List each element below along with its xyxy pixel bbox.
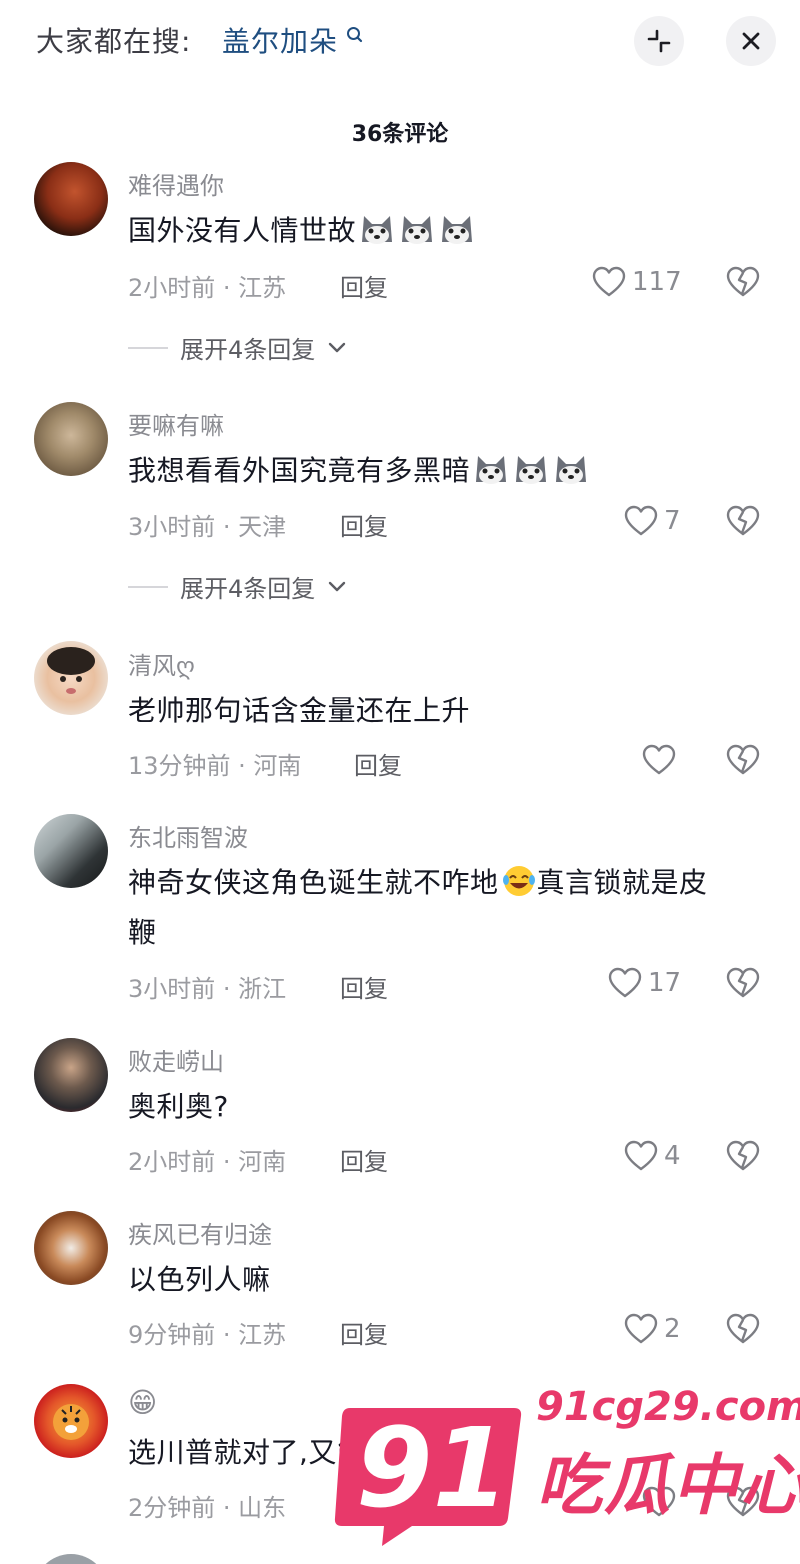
divider [128,585,168,588]
comment-username[interactable]: 败走崂山 [128,1042,224,1077]
reply-button[interactable]: 回复 [340,268,388,303]
close-icon [742,32,760,50]
comment-username[interactable]: 😁 [128,1386,157,1419]
husky-emoji-icon [442,216,473,244]
collapse-button[interactable] [634,16,684,66]
husky-emoji-icon [516,456,547,484]
chevron-down-icon [329,581,346,591]
comment-text: 奥利奥? [128,1090,229,1123]
heart-icon [624,505,658,536]
like-count: 7 [664,506,681,536]
heart-icon [608,967,642,998]
search-suggestion-bar: 大家都在搜: 盖尔加朵 [0,0,800,84]
close-button[interactable] [726,16,776,66]
like-button[interactable]: 117 [592,265,682,299]
husky-emoji-icon [362,216,393,244]
avatar[interactable] [34,1211,108,1285]
comment-username[interactable]: 要嘛有嘛 [128,406,224,441]
husky-emoji-icon [476,456,507,484]
heart-icon [642,744,676,775]
comment-text-content: 真言锁就是皮 [536,866,708,899]
heart-icon [624,1313,658,1344]
comment-text-line: 神奇女侠这角色诞生就不咋地 真言锁就是皮 [128,858,768,908]
avatar[interactable] [34,1384,108,1458]
watermark-title: 吃瓜中心 [536,1447,800,1524]
chevron-down-icon [329,342,346,352]
watermark-domain: 91cg29.com [536,1384,800,1430]
like-button[interactable]: 4 [624,1139,681,1173]
avatar[interactable] [34,641,108,715]
reply-button[interactable]: 回复 [340,507,388,542]
like-count: 117 [632,267,682,297]
reply-button[interactable]: 回复 [340,1315,388,1350]
collapse-icon [647,29,671,53]
like-button[interactable]: 17 [608,966,681,1000]
child-face-icon [47,647,95,694]
avatar[interactable] [34,1554,108,1564]
broken-heart-icon[interactable] [726,1312,760,1346]
heart-icon [592,266,626,297]
expand-replies-button[interactable]: 展开4条回复 [128,330,347,365]
like-count: 17 [648,968,682,998]
expand-replies-button[interactable]: 展开4条回复 [128,569,347,604]
reply-button[interactable]: 回复 [340,1142,388,1177]
comment-text: 国外没有人情世故 [128,206,768,256]
watermark-number: 91 [356,1404,510,1532]
comment-text-line: 鞭 [128,916,157,949]
broken-heart-icon[interactable] [726,265,760,299]
divider [128,346,168,349]
comment-text-content: 我想看看外国究竟有多黑暗 [128,454,471,487]
comment-meta: 9分钟前 · 江苏 [128,1321,287,1349]
avatar[interactable] [34,402,108,476]
comment-meta: 2小时前 · 河南 [128,1148,287,1176]
comment-username[interactable]: 清风ღ [128,646,195,681]
search-icon[interactable] [346,26,364,48]
broken-heart-icon[interactable] [726,504,760,538]
comment-meta: 3小时前 · 浙江 [128,975,287,1003]
broken-heart-icon[interactable] [726,743,760,777]
like-button[interactable]: 7 [624,504,681,538]
comment-username[interactable]: 东北雨智波 [128,818,248,853]
comment-meta: 2小时前 · 江苏 [128,274,287,302]
broken-heart-icon[interactable] [726,966,760,1000]
comment-text: 神奇女侠这角色诞生就不咋地 真言锁就是皮 鞭 [128,858,768,958]
search-term-link[interactable]: 盖尔加朵 [222,20,338,60]
comment-username[interactable]: 难得遇你 [128,166,224,201]
comment-meta: 2分钟前 · 山东 [128,1494,287,1522]
comment-meta: 13分钟前 · 河南 [128,752,302,780]
comment-meta: 3小时前 · 天津 [128,513,287,541]
search-prefix: 大家都在搜: [36,25,192,58]
avatar[interactable] [34,1038,108,1112]
broken-heart-icon[interactable] [726,1139,760,1173]
like-count: 4 [664,1141,681,1171]
comment-text: 以色列人嘛 [128,1263,271,1296]
expand-replies-label: 展开4条回复 [180,336,316,364]
comment-text-content: 国外没有人情世故 [128,214,357,247]
like-count: 2 [664,1314,681,1344]
comment-panel: 大家都在搜: 盖尔加朵 36条评论 难得遇你 国外没有人情世故 2小时前 · 江… [0,0,800,1564]
comment-text: 老帅那句话含金量还在上升 [128,694,471,727]
laughing-crying-emoji-icon [502,866,535,896]
reply-button[interactable]: 回复 [340,969,388,1004]
like-button[interactable]: 2 [624,1312,681,1346]
expand-replies-label: 展开4条回复 [180,575,316,603]
comment-username[interactable]: 疾风已有归途 [128,1215,272,1250]
comment-text: 我想看看外国究竟有多黑暗 [128,446,768,496]
comment-text-content: 神奇女侠这角色诞生就不咋地 [128,866,499,899]
avatar[interactable] [34,814,108,888]
heart-icon [624,1140,658,1171]
tiger-face-icon [53,1404,89,1440]
husky-emoji-icon [402,216,433,244]
comment-count-title: 36条评论 [351,122,449,147]
avatar[interactable] [34,162,108,236]
reply-button[interactable]: 回复 [354,746,402,781]
like-button[interactable] [642,743,676,777]
husky-emoji-icon [556,456,587,484]
